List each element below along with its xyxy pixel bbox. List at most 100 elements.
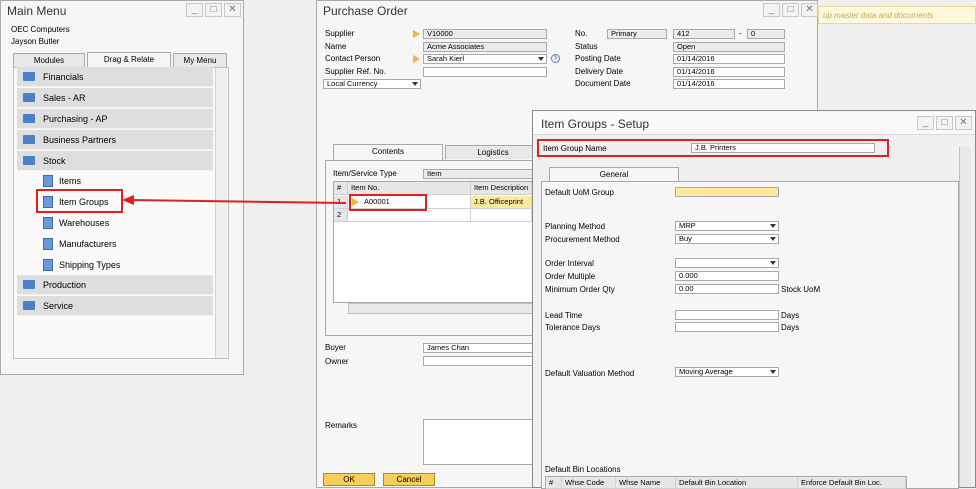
document-date-field[interactable]: 01/14/2016 <box>673 79 785 89</box>
buyer-label: Buyer <box>325 343 346 352</box>
no-label: No. <box>575 29 588 38</box>
menu-item-service[interactable]: Service <box>17 296 213 316</box>
posting-date-label: Posting Date <box>575 54 621 63</box>
tab-my-menu[interactable]: My Menu <box>173 53 227 67</box>
grid-header-num: # <box>334 182 348 195</box>
order-interval-select[interactable] <box>675 258 779 268</box>
folder-icon <box>23 135 35 144</box>
posting-date-field[interactable]: 01/14/2016 <box>673 54 785 64</box>
planning-method-select[interactable]: MRP <box>675 221 779 231</box>
grid-header-description[interactable]: Item Description <box>471 182 532 195</box>
order-interval-label: Order Interval <box>545 259 594 268</box>
minimum-order-qty-field[interactable]: 0.00 <box>675 284 779 294</box>
chevron-down-icon <box>770 370 776 374</box>
submenu-item-manufacturers[interactable]: Manufacturers <box>17 234 213 254</box>
cancel-button[interactable]: Cancel <box>383 473 435 486</box>
vertical-scrollbar[interactable] <box>959 147 971 487</box>
menu-item-stock[interactable]: Stock <box>17 151 213 171</box>
document-date-label: Document Date <box>575 79 631 88</box>
bin-header-default-bin[interactable]: Default Bin Location <box>676 477 798 489</box>
owner-field[interactable] <box>423 356 539 366</box>
tab-modules[interactable]: Modules <box>13 53 85 67</box>
tolerance-days-label: Tolerance Days <box>545 323 601 332</box>
maximize-button[interactable]: □ <box>782 3 799 17</box>
doc-number-field[interactable]: 412 <box>673 29 735 39</box>
minimum-order-qty-label: Minimum Order Qty <box>545 285 615 294</box>
menu-item-sales-ar[interactable]: Sales - AR <box>17 88 213 108</box>
close-button[interactable]: ✕ <box>955 116 972 130</box>
remarks-field[interactable] <box>423 419 539 465</box>
grid-description-cell[interactable]: J.B. Officeprint <box>471 196 532 209</box>
bin-header-whse-code[interactable]: Whse Code <box>562 477 616 489</box>
contact-person-select[interactable]: Sarah Kierl <box>423 54 547 64</box>
info-icon[interactable]: $ <box>551 54 560 63</box>
lead-time-days-label: Days <box>781 311 800 320</box>
default-uom-group-field[interactable] <box>675 187 779 197</box>
remarks-label: Remarks <box>325 421 358 430</box>
minimize-button[interactable]: _ <box>186 3 203 17</box>
menu-item-financials[interactable]: Financials <box>17 67 213 87</box>
series-select[interactable]: Primary <box>607 29 667 39</box>
grid-hscrollbar[interactable] <box>348 303 533 314</box>
menu-scrollbar[interactable] <box>215 68 227 358</box>
status-field[interactable]: Open <box>673 42 785 52</box>
maximize-button[interactable]: □ <box>936 116 953 130</box>
tab-logistics[interactable]: Logistics <box>445 145 541 159</box>
buyer-select[interactable]: James Chan <box>423 343 539 353</box>
supplier-ref-field[interactable] <box>423 67 547 77</box>
menu-item-purchasing-ap[interactable]: Purchasing - AP <box>17 109 213 129</box>
document-icon <box>43 217 53 229</box>
default-valuation-method-label: Default Valuation Method <box>545 369 635 378</box>
company-name: OEC Computers <box>11 25 70 34</box>
default-bin-locations-label: Default Bin Locations <box>545 465 621 474</box>
item-service-type-select[interactable]: Item <box>423 169 539 179</box>
submenu-item-items[interactable]: Items <box>17 171 213 191</box>
owner-label: Owner <box>325 357 349 366</box>
main-menu-window: Main Menu _ □ ✕ OEC Computers Jayson But… <box>0 0 244 375</box>
close-button[interactable]: ✕ <box>801 3 818 17</box>
procurement-method-select[interactable]: Buy <box>675 234 779 244</box>
default-uom-group-label: Default UoM Group <box>545 188 614 197</box>
tolerance-days-unit-label: Days <box>781 323 800 332</box>
folder-icon <box>23 301 35 310</box>
grid-description-cell[interactable] <box>471 209 532 222</box>
ok-button[interactable]: OK <box>323 473 375 486</box>
delivery-date-field[interactable]: 01/14/2016 <box>673 67 785 77</box>
user-name: Jayson Butler <box>11 37 60 46</box>
order-multiple-field[interactable]: 0.000 <box>675 271 779 281</box>
minimize-button[interactable]: _ <box>763 3 780 17</box>
contact-person-label: Contact Person <box>325 54 381 63</box>
link-arrow-icon[interactable] <box>413 55 420 63</box>
folder-icon <box>23 72 35 81</box>
folder-icon <box>23 93 35 102</box>
submenu-item-warehouses[interactable]: Warehouses <box>17 213 213 233</box>
grid-row-num: 2 <box>334 209 348 222</box>
menu-item-business-partners[interactable]: Business Partners <box>17 130 213 150</box>
name-field[interactable]: Acme Associates <box>423 42 547 52</box>
maximize-button[interactable]: □ <box>205 3 222 17</box>
supplier-label: Supplier <box>325 29 355 38</box>
default-valuation-method-select[interactable]: Moving Average <box>675 367 779 377</box>
main-menu-title: Main Menu <box>7 4 67 18</box>
grid-row-num: 1 <box>334 196 348 209</box>
chevron-down-icon <box>538 57 544 61</box>
doc-sub-field[interactable]: 0 <box>747 29 785 39</box>
link-arrow-icon[interactable] <box>413 30 420 38</box>
highlight-item-no <box>349 194 427 211</box>
bin-header-enforce[interactable]: Enforce Default Bin Loc. <box>798 477 906 489</box>
tab-drag-relate[interactable]: Drag & Relate <box>87 52 171 67</box>
order-multiple-label: Order Multiple <box>545 272 596 281</box>
minimize-button[interactable]: _ <box>917 116 934 130</box>
submenu-item-shipping-types[interactable]: Shipping Types <box>17 255 213 275</box>
tab-contents[interactable]: Contents <box>333 144 443 160</box>
tab-general[interactable]: General <box>549 167 679 182</box>
delivery-date-label: Delivery Date <box>575 67 624 76</box>
tolerance-days-field[interactable] <box>675 322 779 332</box>
bin-header-whse-name[interactable]: Whse Name <box>616 477 676 489</box>
currency-select[interactable]: Local Currency <box>323 79 421 89</box>
supplier-field[interactable]: V10000 <box>423 29 547 39</box>
item-groups-title: Item Groups - Setup <box>541 117 650 131</box>
menu-item-production[interactable]: Production <box>17 275 213 295</box>
lead-time-field[interactable] <box>675 310 779 320</box>
close-button[interactable]: ✕ <box>224 3 241 17</box>
